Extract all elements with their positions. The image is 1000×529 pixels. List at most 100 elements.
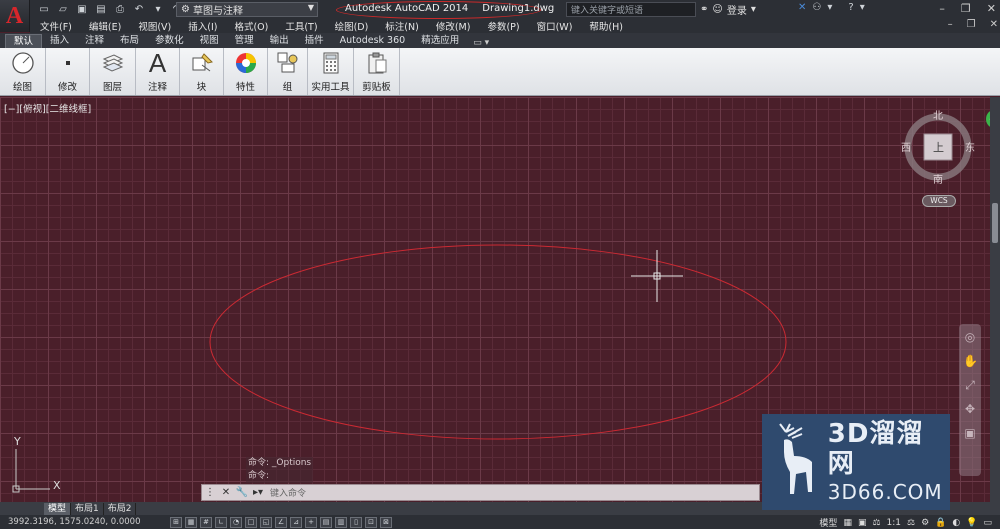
- snap-mode-icon[interactable]: ▦: [185, 516, 197, 528]
- viewcube[interactable]: 北 南 东 西 上 WCS: [900, 107, 980, 207]
- chevron-down-icon[interactable]: ▾: [827, 2, 832, 13]
- menu-edit[interactable]: 编辑(E): [89, 19, 121, 33]
- application-menu-button[interactable]: A: [0, 0, 30, 32]
- quick-view-layouts-icon[interactable]: ▦: [843, 518, 852, 528]
- ribbon-group-annotate[interactable]: A 注释: [136, 48, 180, 95]
- tab-annotate[interactable]: 注释: [77, 34, 112, 48]
- menu-parametric[interactable]: 参数(P): [487, 19, 519, 33]
- tab-featured-apps[interactable]: 精选应用: [413, 34, 467, 48]
- ribbon-group-groups[interactable]: 组: [268, 48, 308, 95]
- infer-constraints-icon[interactable]: ⊞: [170, 516, 182, 528]
- 3d-object-snap-icon[interactable]: ◱: [260, 516, 272, 528]
- cmdline-grip-icon[interactable]: ⋮: [202, 485, 218, 500]
- tab-plugins[interactable]: 插件: [297, 34, 332, 48]
- exchange-x-icon[interactable]: ✕: [798, 2, 806, 13]
- command-input[interactable]: 键入命令: [270, 486, 306, 499]
- open-folder-icon[interactable]: ▱: [55, 2, 71, 16]
- menu-draw[interactable]: 绘图(D): [335, 19, 369, 33]
- menu-help[interactable]: 帮助(H): [589, 19, 623, 33]
- tab-parametric[interactable]: 参数化: [147, 34, 192, 48]
- ribbon-group-modify[interactable]: 修改: [46, 48, 90, 95]
- ribbon-group-clipboard[interactable]: 剪贴板: [354, 48, 400, 95]
- menu-modify[interactable]: 修改(M): [436, 19, 471, 33]
- scrollbar-thumb[interactable]: [992, 203, 998, 243]
- cmdline-customize-wrench-icon[interactable]: 🔧: [234, 485, 250, 500]
- zoom-extents-icon[interactable]: ⤢: [963, 378, 977, 392]
- viewcube-top-face[interactable]: 上: [933, 139, 944, 155]
- ribbon-minimize-toggle-icon[interactable]: ▭ ▾: [473, 38, 489, 48]
- undo-dropdown-icon[interactable]: ▾: [150, 2, 166, 16]
- coordinates-readout[interactable]: 3992.3196, 1575.0240, 0.0000: [0, 517, 170, 527]
- workspace-switching-gear-icon[interactable]: ⚙: [921, 518, 929, 528]
- object-snap-icon[interactable]: □: [245, 516, 257, 528]
- viewcube-south[interactable]: 南: [933, 171, 943, 186]
- save-as-icon[interactable]: ▤: [93, 2, 109, 16]
- close-icon[interactable]: ✕: [987, 2, 996, 15]
- binoculars-icon[interactable]: ⚭: [700, 4, 708, 15]
- print-icon[interactable]: ⎙: [112, 2, 128, 16]
- doc-restore-icon[interactable]: ❐: [967, 19, 976, 30]
- signin-button[interactable]: 登录: [727, 2, 747, 17]
- tab-manage[interactable]: 管理: [227, 34, 262, 48]
- workspace-selector[interactable]: ⚙ 草图与注释 ▼: [176, 2, 318, 17]
- isolate-objects-icon[interactable]: 💡: [966, 518, 977, 528]
- tab-layout1[interactable]: 布局1: [71, 503, 104, 515]
- cmdline-recent-commands-icon[interactable]: ▸▾: [250, 485, 266, 500]
- model-space-toggle[interactable]: 模型: [819, 516, 837, 529]
- polar-tracking-icon[interactable]: ◔: [230, 516, 242, 528]
- menu-file[interactable]: 文件(F): [40, 19, 72, 33]
- steering-wheel-icon[interactable]: ◎: [963, 330, 977, 344]
- tab-layout2[interactable]: 布局2: [104, 503, 137, 515]
- undo-icon[interactable]: ↶: [131, 2, 147, 16]
- ribbon-group-utilities[interactable]: 实用工具: [308, 48, 354, 95]
- chevron-down-icon[interactable]: ▾: [860, 2, 865, 13]
- tab-output[interactable]: 输出: [262, 34, 297, 48]
- viewport-controls-label[interactable]: [−][俯视][二维线框]: [4, 101, 91, 115]
- viewcube-north[interactable]: 北: [933, 107, 943, 122]
- tab-layout[interactable]: 布局: [112, 34, 147, 48]
- annotation-monitor-icon[interactable]: ⊠: [380, 516, 392, 528]
- search-input[interactable]: 键入关键字或短语: [566, 2, 696, 17]
- orbit-icon[interactable]: ✥: [963, 402, 977, 416]
- wcs-menu-button[interactable]: WCS: [922, 195, 956, 207]
- lineweight-icon[interactable]: ▤: [320, 516, 332, 528]
- chevron-down-icon[interactable]: ▾: [751, 4, 756, 15]
- tab-model[interactable]: 模型: [44, 503, 72, 515]
- tab-view[interactable]: 视图: [192, 34, 227, 48]
- vertical-scrollbar[interactable]: [990, 97, 1000, 502]
- tab-insert[interactable]: 插入: [42, 34, 77, 48]
- menu-tools[interactable]: 工具(T): [285, 19, 317, 33]
- doc-minimize-icon[interactable]: –: [948, 19, 953, 30]
- lock-icon[interactable]: 🔒: [935, 518, 946, 528]
- clean-screen-icon[interactable]: ▭: [983, 518, 992, 528]
- doc-close-icon[interactable]: ✕: [990, 19, 998, 30]
- ribbon-group-layers[interactable]: 图层: [90, 48, 136, 95]
- menu-window[interactable]: 窗口(W): [537, 19, 573, 33]
- viewcube-east[interactable]: 东: [965, 139, 975, 154]
- cmdline-close-icon[interactable]: ✕: [218, 485, 234, 500]
- tab-home[interactable]: 默认: [5, 34, 43, 48]
- ellipse-entity[interactable]: [209, 244, 787, 440]
- ribbon-group-block[interactable]: 块: [180, 48, 224, 95]
- viewcube-west[interactable]: 西: [901, 139, 911, 154]
- user-icon[interactable]: ☺: [712, 4, 722, 15]
- restore-icon[interactable]: ❐: [961, 2, 971, 15]
- dynamic-ucs-icon[interactable]: ⊿: [290, 516, 302, 528]
- ribbon-group-properties[interactable]: 特性: [224, 48, 268, 95]
- tab-autodesk-360[interactable]: Autodesk 360: [332, 34, 414, 48]
- transparency-icon[interactable]: ▥: [335, 516, 347, 528]
- menu-format[interactable]: 格式(O): [234, 19, 268, 33]
- connect-icon[interactable]: ⚇: [812, 2, 821, 13]
- annotation-scale-value[interactable]: 1:1: [887, 518, 901, 528]
- ortho-mode-icon[interactable]: ∟: [215, 516, 227, 528]
- minimize-icon[interactable]: –: [939, 2, 945, 15]
- ribbon-group-draw[interactable]: 绘图: [0, 48, 46, 95]
- menu-insert[interactable]: 插入(I): [188, 19, 217, 33]
- annotation-visibility-icon[interactable]: ⚖: [907, 518, 915, 528]
- help-icon[interactable]: ?: [848, 2, 853, 13]
- showmotion-icon[interactable]: ▣: [963, 426, 977, 440]
- grid-display-icon[interactable]: #: [200, 516, 212, 528]
- menu-dimension[interactable]: 标注(N): [385, 19, 419, 33]
- save-icon[interactable]: ▣: [74, 2, 90, 16]
- dynamic-input-icon[interactable]: +: [305, 516, 317, 528]
